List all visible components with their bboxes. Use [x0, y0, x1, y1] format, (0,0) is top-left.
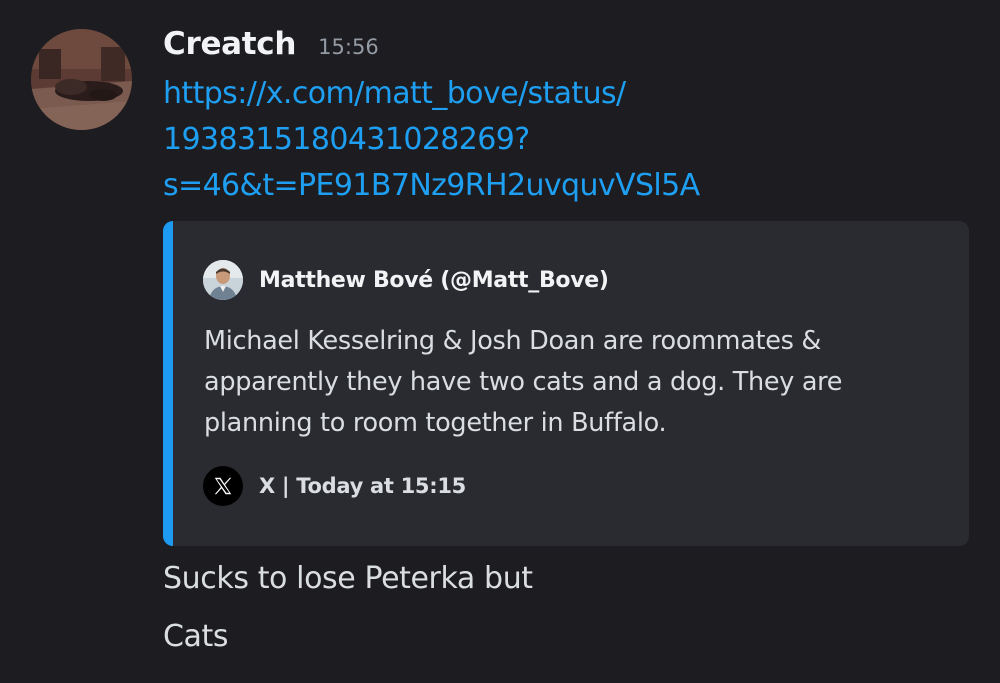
author-avatar-icon[interactable]: [203, 260, 243, 300]
user-avatar-icon[interactable]: [31, 29, 132, 130]
link-line[interactable]: https://x.com/matt_bove/status/: [163, 71, 763, 117]
embed-accent-bar: [163, 221, 173, 546]
embed-footer: X | Today at 15:15: [203, 466, 466, 506]
link-line[interactable]: 1938315180431028269?: [163, 117, 763, 163]
description-line: apparently they have two cats and a dog.…: [204, 367, 843, 397]
x-logo-icon: [203, 466, 243, 506]
message-text: Sucks to lose Peterka but: [163, 561, 533, 596]
description-line: Michael Kesselring & Josh Doan are roomm…: [204, 326, 822, 356]
username[interactable]: Creatch: [163, 26, 296, 62]
message-header: Creatch 15:56: [163, 26, 379, 66]
embed-author-name[interactable]: Matthew Bové (@Matt_Bove): [259, 268, 609, 293]
embed-footer-text: X | Today at 15:15: [259, 474, 466, 498]
message-text: Cats: [163, 619, 229, 654]
link-embed: Matthew Bové (@Matt_Bove) Michael Kessel…: [163, 221, 969, 546]
link-line[interactable]: s=46&t=PE91B7Nz9RH2uvquvVSl5A: [163, 163, 763, 209]
embed-description: Michael Kesselring & Josh Doan are roomm…: [204, 321, 944, 444]
description-line: planning to room together in Buffalo.: [204, 408, 667, 438]
message-link[interactable]: https://x.com/matt_bove/status/ 19383151…: [163, 71, 763, 209]
embed-author[interactable]: Matthew Bové (@Matt_Bove): [203, 260, 609, 300]
message-timestamp[interactable]: 15:56: [318, 35, 379, 59]
